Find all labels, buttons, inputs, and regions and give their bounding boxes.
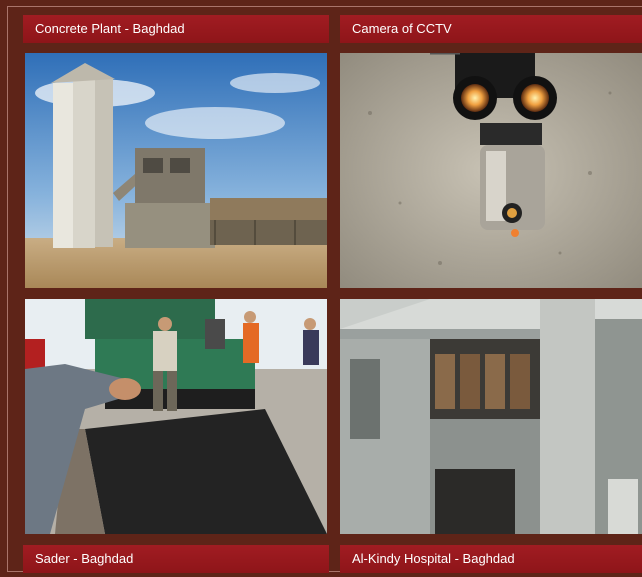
caption-road-paving: Sader - Baghdad	[23, 545, 329, 573]
cctv-camera-photo[interactable]	[340, 53, 642, 288]
road-paving-photo[interactable]	[25, 299, 327, 534]
caption-cctv-camera: Camera of CCTV	[340, 15, 642, 43]
caption-hospital: Al-Kindy Hospital - Baghdad	[340, 545, 642, 573]
caption-concrete-plant: Concrete Plant - Baghdad	[23, 15, 329, 43]
hospital-building-photo[interactable]	[340, 299, 642, 534]
concrete-plant-photo[interactable]	[25, 53, 327, 288]
